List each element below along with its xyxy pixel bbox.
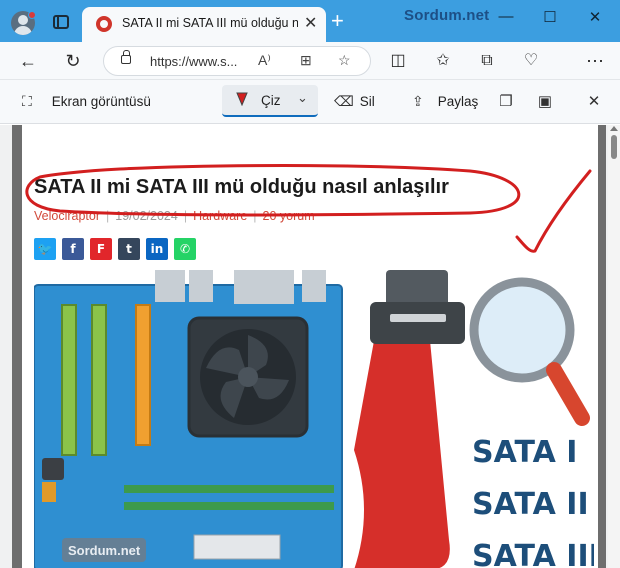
page-border-left — [12, 125, 22, 568]
erase-button[interactable]: ⌫ Sil — [334, 93, 375, 110]
article-title[interactable]: SATA II mi SATA III mü olduğu nasıl anla… — [34, 176, 449, 199]
scroll-up-icon[interactable] — [610, 126, 618, 131]
screenshot-icon: ⛶ — [22, 93, 32, 109]
brand-watermark: Sordum.net — [404, 7, 490, 24]
sata-label-1: SATA I — [472, 435, 577, 470]
pcie-slot-green — [91, 304, 107, 456]
address-bar[interactable]: https://www.s... A⁾ ⊞ ☆ — [103, 46, 371, 76]
author-link[interactable]: Velociraptor — [34, 209, 100, 223]
screenshot-label: Ekran görüntüsü — [51, 94, 151, 109]
tab-close-icon[interactable]: ✕ — [304, 13, 317, 33]
fan-hub — [238, 367, 258, 387]
ram-slot — [124, 485, 334, 493]
copy-icon[interactable]: ❐ — [496, 92, 516, 112]
erase-label: Sil — [359, 94, 375, 109]
ram-slot — [124, 502, 334, 510]
io-port — [155, 270, 185, 302]
io-port — [189, 270, 213, 302]
linkedin-share-icon[interactable]: in — [146, 238, 168, 260]
app-available-icon[interactable]: ⊞ — [300, 52, 312, 69]
article-hero-image: Sordum.net SATA I SATA II SATA III — [34, 270, 594, 568]
tumblr-share-icon[interactable]: t — [118, 238, 140, 260]
draw-label: Çiz — [261, 93, 281, 108]
close-toolbar-icon[interactable]: ✕ — [584, 92, 604, 112]
chevron-down-icon[interactable]: ⌄ — [297, 90, 308, 106]
category-link[interactable]: Hardware — [193, 209, 247, 223]
screenshot-toolbar: ⛶ Ekran görüntüsü Çiz ⌄ ⌫ Sil ⇪ Paylaş ❐… — [0, 80, 620, 124]
site-favicon-icon — [96, 16, 112, 32]
twitter-share-icon[interactable]: 🐦 — [34, 238, 56, 260]
pcie-slot-orange — [135, 304, 151, 446]
facebook-share-icon[interactable]: f — [62, 238, 84, 260]
scrollbar[interactable] — [608, 125, 620, 568]
comments-link[interactable]: 20 yorum — [263, 209, 315, 223]
screenshot-button[interactable]: ⛶ Ekran görüntüsü — [22, 93, 151, 110]
new-tab-icon[interactable]: + — [331, 10, 344, 32]
close-window-icon[interactable]: ✕ — [583, 8, 607, 28]
sata-label-2: SATA II — [472, 487, 589, 522]
draw-button[interactable]: Çiz ⌄ — [222, 85, 318, 117]
article-meta: Velociraptor | 19/02/2024 | Hardware | 20 yoru… — [34, 209, 315, 223]
favorites-icon[interactable]: ✩ — [431, 50, 455, 72]
header-pins — [42, 482, 56, 502]
split-screen-icon[interactable]: ◫ — [386, 50, 410, 72]
meta-separator: | — [253, 209, 257, 223]
meta-separator: | — [183, 209, 188, 223]
share-icon: ⇪ — [412, 93, 424, 109]
favorite-star-icon[interactable]: ☆ — [338, 52, 351, 69]
browser-essentials-icon[interactable]: ♡ — [519, 50, 543, 72]
refresh-icon[interactable]: ↻ — [61, 50, 85, 72]
maximize-icon[interactable]: ☐ — [538, 8, 562, 28]
whatsapp-share-icon[interactable]: ✆ — [174, 238, 196, 260]
meta-separator: | — [106, 209, 110, 223]
scroll-thumb[interactable] — [611, 135, 617, 159]
pen-icon — [236, 92, 248, 106]
profile-notification-dot — [28, 11, 36, 19]
io-port — [234, 270, 294, 304]
lock-icon[interactable] — [121, 50, 131, 64]
collections-icon[interactable]: ⧉ — [475, 50, 499, 72]
save-icon[interactable]: ▣ — [535, 92, 555, 112]
minimize-icon[interactable]: — — [494, 8, 518, 28]
read-aloud-icon[interactable]: A⁾ — [258, 52, 271, 69]
page-border-right — [598, 125, 606, 568]
sata-pin-slot — [390, 314, 446, 322]
share-label: Paylaş — [437, 94, 479, 109]
title-bar: SATA II mi SATA III mü olduğu nasıl anla… — [0, 0, 620, 42]
port-connector — [193, 534, 281, 560]
chip — [42, 458, 64, 480]
magnifier-handle — [546, 362, 590, 426]
more-menu-icon[interactable]: ⋯ — [583, 50, 607, 72]
io-port — [302, 270, 326, 302]
post-date: 19/02/2024 — [115, 209, 178, 223]
sata-cable — [354, 330, 450, 568]
url-text[interactable]: https://www.s... — [150, 54, 237, 69]
eraser-icon: ⌫ — [334, 93, 354, 109]
flipboard-share-icon[interactable]: F — [90, 238, 112, 260]
tab-actions-icon[interactable] — [53, 15, 69, 29]
sata-plug — [370, 302, 465, 344]
tab-title: SATA II mi SATA III mü olduğu nasıl anla… — [122, 16, 298, 30]
address-bar-row: ← ↻ https://www.s... A⁾ ⊞ ☆ ◫ ✩ ⧉ ♡ ⋯ — [0, 42, 620, 80]
content-area: SATA II mi SATA III mü olduğu nasıl anla… — [0, 125, 620, 568]
sata-label-3: SATA III — [472, 539, 594, 568]
image-watermark: Sordum.net — [68, 543, 141, 558]
pcie-slot-green — [61, 304, 77, 456]
browser-tab-active[interactable]: SATA II mi SATA III mü olduğu nasıl anla… — [82, 7, 326, 42]
share-button[interactable]: ⇪ Paylaş — [412, 93, 478, 110]
back-arrow-icon[interactable]: ← — [16, 50, 40, 72]
